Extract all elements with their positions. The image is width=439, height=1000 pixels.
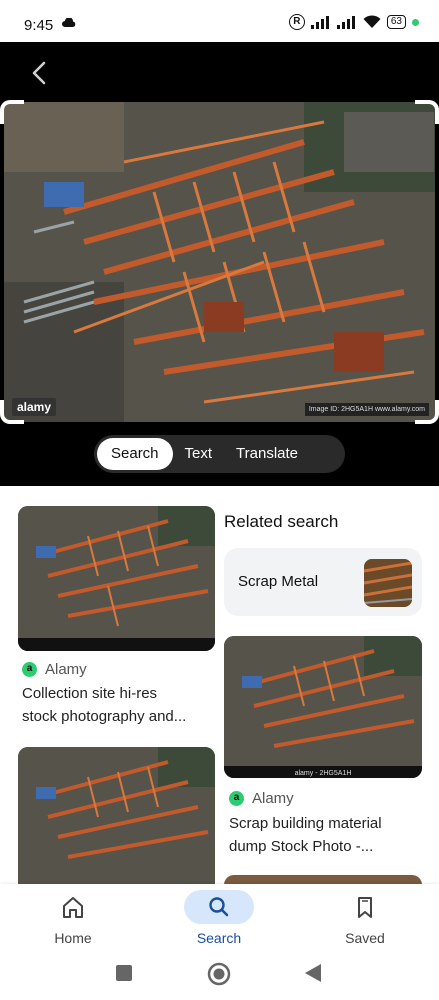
result-title-line: dump Stock Photo -...	[229, 838, 374, 855]
search-icon	[184, 890, 254, 924]
result-title-line: Scrap building material	[229, 815, 382, 832]
alamy-favicon-icon: a	[22, 662, 37, 677]
result-source-name: Alamy	[45, 661, 87, 678]
back-triangle-icon[interactable]	[305, 964, 321, 982]
result-thumbnail[interactable]: alamy - 2HG5A1H	[224, 636, 422, 778]
result-thumbnail[interactable]	[18, 747, 215, 884]
result-source-name: Alamy	[252, 790, 294, 807]
related-search-chip[interactable]: Scrap Metal	[224, 548, 422, 616]
result-source: a Alamy	[22, 661, 87, 678]
image-id-label: Image ID: 2HG5A1H www.alamy.com	[304, 403, 429, 416]
scrap-pile-illustration	[4, 102, 435, 422]
nav-saved[interactable]: Saved	[317, 890, 413, 946]
alamy-favicon-icon: a	[229, 791, 244, 806]
signal-icon	[336, 15, 355, 29]
wifi-icon	[363, 15, 381, 28]
nav-home[interactable]: Home	[25, 890, 121, 946]
thumbnail-caption: alamy - 2HG5A1H	[294, 770, 352, 777]
tab-text[interactable]: Text	[173, 438, 225, 470]
result-title-line: stock photography and...	[22, 708, 187, 725]
registered-icon: R	[288, 14, 305, 30]
scrap-pile-thumbnail	[18, 506, 215, 651]
status-icons: R 63	[288, 14, 419, 30]
query-image: alamy Image ID: 2HG5A1H www.alamy.com	[4, 102, 435, 422]
tab-search[interactable]: Search	[97, 438, 173, 470]
scrap-pile-thumbnail	[224, 636, 422, 778]
bottom-navigation: Home Search Saved	[0, 884, 439, 946]
related-search-thumbnail	[364, 559, 412, 607]
result-thumbnail[interactable]	[18, 506, 215, 651]
battery-indicator: 63	[386, 15, 406, 29]
result-source: a Alamy	[229, 790, 294, 807]
cloud-icon	[62, 18, 76, 27]
back-arrow-icon[interactable]	[26, 58, 56, 88]
crop-corner-top-left[interactable]	[0, 100, 24, 124]
result-title[interactable]: Scrap building material dump Stock Photo…	[229, 812, 424, 858]
tab-translate[interactable]: Translate	[224, 438, 310, 470]
lens-viewer: alamy Image ID: 2HG5A1H www.alamy.com Se…	[0, 42, 439, 486]
nav-search[interactable]: Search	[171, 890, 267, 946]
home-circle-icon[interactable]	[207, 962, 231, 986]
result-thumbnail[interactable]	[224, 875, 422, 884]
related-search-heading: Related search	[224, 512, 339, 531]
status-bar: 9:45 R 63	[0, 0, 439, 42]
crop-corner-bottom-right[interactable]	[415, 400, 439, 424]
system-navigation-bar	[0, 944, 439, 1000]
clock: 9:45	[24, 17, 54, 34]
crop-corner-bottom-left[interactable]	[0, 400, 24, 424]
mode-selector: Search Text Translate	[94, 435, 345, 473]
result-title-line: Collection site hi-res	[22, 685, 158, 702]
scrap-pile-thumbnail	[18, 747, 215, 884]
recents-square-icon[interactable]	[116, 965, 132, 981]
signal-icon	[310, 15, 329, 29]
crop-corner-top-right[interactable]	[415, 100, 439, 124]
results-panel: a Alamy Collection site hi-res stock pho…	[0, 486, 439, 884]
bookmark-icon	[358, 897, 372, 918]
privacy-dot	[412, 18, 419, 26]
home-icon	[63, 897, 83, 918]
related-search-label: Scrap Metal	[238, 573, 319, 590]
result-title[interactable]: Collection site hi-res stock photography…	[22, 682, 217, 728]
